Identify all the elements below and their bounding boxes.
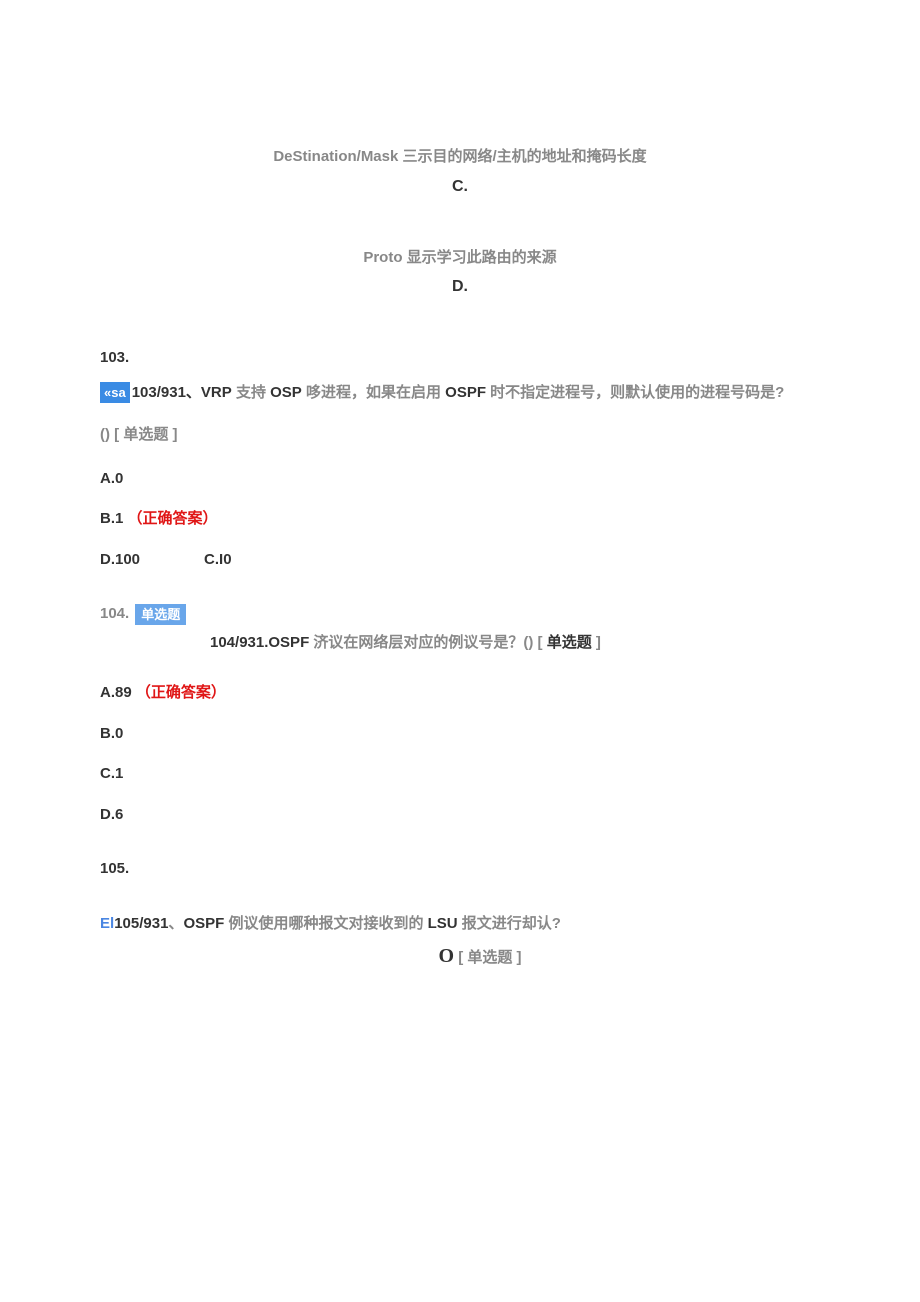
q103-mid2: 哆进程，如果在启用 [302, 384, 445, 401]
q103-number: 103. [100, 347, 820, 370]
q105-mid1: 、 [168, 915, 183, 932]
q105-mid2: 例议使用哪种报文对接收到的 [224, 915, 427, 932]
q104-tag-icon: 单选题 [135, 604, 186, 626]
q104-option-a-prefix: A.89 [100, 684, 132, 701]
q103-option-b: B.1 （正确答案） [100, 508, 820, 531]
q103-options-cd-row: D.100 C.I0 [100, 549, 820, 572]
q104-option-a: A.89 （正确答案） [100, 682, 820, 705]
option-b-destination-mask: DeStination/Mask 三示目的网络/主机的地址和掩码长度 [100, 146, 820, 169]
q104-rest-end: ] [592, 634, 601, 651]
q105-text: El105/931、OSPF 例议使用哪种报文对接收到的 LSU 报文进行却认? [100, 913, 820, 936]
q105-bold-1: 105/931 [114, 915, 168, 932]
q104-header: 104. 单选题 [100, 603, 820, 626]
q103-text-line2: () [ 单选题 ] [100, 420, 820, 450]
q105-sub-label: [ 单选题 ] [454, 949, 522, 966]
q103-bold-osp: OSP [270, 384, 302, 401]
q103-bold-ospf: OSPF [445, 384, 486, 401]
q103-correct-answer-label: （正确答案） [128, 510, 218, 527]
q105-bold-lsu: LSU [428, 915, 458, 932]
option-c-proto: Proto 显示学习此路由的来源 [100, 247, 820, 270]
q104-text: 104/931.OSPF 济议在网络层对应的例议号是？() [ 单选题 ] [210, 632, 820, 655]
q105-number: 105. [100, 858, 820, 881]
q105-tail: 报文进行却认? [458, 915, 561, 932]
q105-el-label: El [100, 915, 114, 932]
q103-text-line1: «sa103/931、VRP 支持 OSP 哆进程，如果在启用 OSPF 时不指… [100, 378, 820, 408]
letter-c: C. [100, 175, 820, 199]
q103-bold-prefix: 103/931、VRP [132, 384, 232, 401]
q105-bold-ospf: OSPF [183, 915, 224, 932]
q104-option-d: D.6 [100, 804, 820, 827]
q105-O-icon: O [438, 945, 454, 967]
q103-mid1: 支持 [232, 384, 270, 401]
q105-subtext: O [ 单选题 ] [140, 941, 820, 971]
q103-option-c: C.I0 [204, 549, 232, 572]
page-content: DeStination/Mask 三示目的网络/主机的地址和掩码长度 C. Pr… [0, 0, 920, 1071]
letter-d: D. [100, 275, 820, 299]
q104-option-c: C.1 [100, 763, 820, 786]
q103-option-a: A.0 [100, 468, 820, 491]
q103-option-b-prefix: B.1 [100, 510, 123, 527]
q103-tail: 时不指定进程号，则默认使用的进程号码是? [486, 384, 784, 401]
q104-number: 104. [100, 603, 129, 626]
q104-rest-bold: 单选题 [547, 634, 592, 651]
q104-bold-prefix: 104/931.OSPF [210, 634, 309, 651]
q104-correct-answer-label: （正确答案） [136, 684, 226, 701]
q103-tag-icon: «sa [100, 382, 130, 404]
q104-option-b: B.0 [100, 723, 820, 746]
q104-rest: 济议在网络层对应的例议号是？() [ [309, 634, 547, 651]
q103-option-d: D.100 [100, 549, 140, 572]
